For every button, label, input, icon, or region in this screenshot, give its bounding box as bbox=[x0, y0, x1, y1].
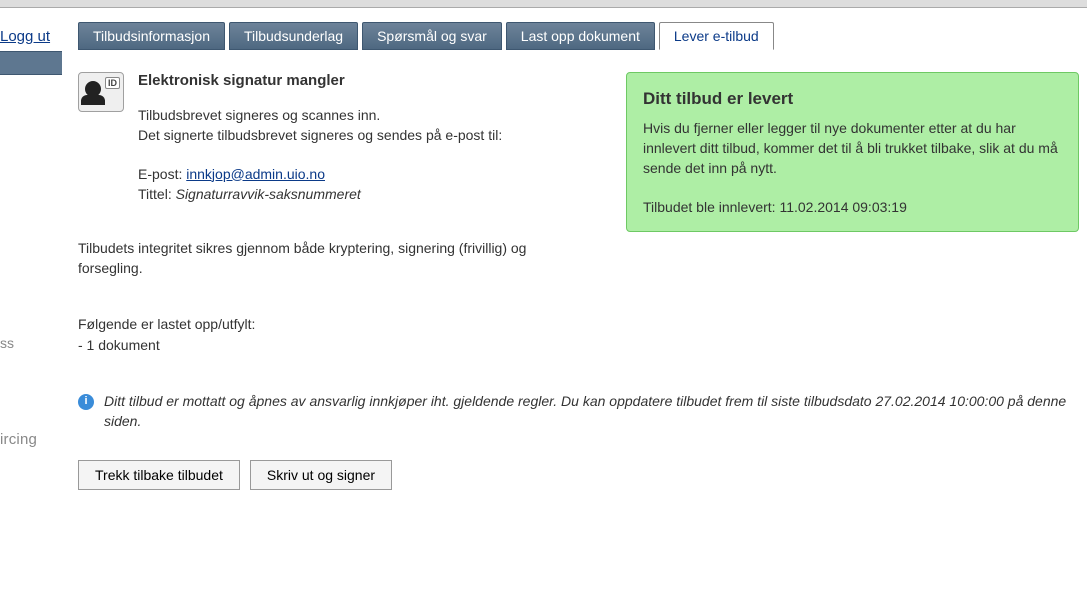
tab-lever-e-tilbud[interactable]: Lever e-tilbud bbox=[659, 22, 774, 50]
uploaded-heading: Følgende er lastet opp/utfylt: bbox=[78, 314, 1079, 334]
info-icon: i bbox=[78, 394, 94, 410]
id-card-icon: ID bbox=[78, 72, 124, 112]
withdraw-offer-button[interactable]: Trekk tilbake tilbudet bbox=[78, 460, 240, 490]
title-label: Tittel: bbox=[138, 186, 176, 202]
tab-tilbudsunderlag[interactable]: Tilbudsunderlag bbox=[229, 22, 358, 50]
print-and-sign-button[interactable]: Skriv ut og signer bbox=[250, 460, 392, 490]
email-label: E-post: bbox=[138, 166, 182, 182]
tab-tilbudsinformasjon[interactable]: Tilbudsinformasjon bbox=[78, 22, 225, 50]
window-top-strip bbox=[0, 0, 1087, 8]
status-heading: Ditt tilbud er levert bbox=[643, 87, 1062, 112]
logout-link[interactable]: Logg ut bbox=[0, 26, 62, 47]
uploaded-item: - 1 dokument bbox=[78, 335, 1079, 355]
delivery-status-panel: Ditt tilbud er levert Hvis du fjerner el… bbox=[626, 72, 1079, 232]
tab-bar: Tilbudsinformasjon Tilbudsunderlag Spørs… bbox=[78, 22, 1079, 50]
id-badge-label: ID bbox=[105, 77, 120, 89]
sidebar-fragment-text-2: ircing bbox=[0, 431, 62, 448]
tab-last-opp-dokument[interactable]: Last opp dokument bbox=[506, 22, 655, 50]
status-timestamp: Tilbudet ble innlevert: 11.02.2014 09:03… bbox=[643, 197, 1062, 217]
sidebar-fragment-text-1: ss bbox=[0, 335, 62, 351]
status-body: Hvis du fjerner eller legger til nye dok… bbox=[643, 118, 1062, 179]
integrity-note: Tilbudets integritet sikres gjennom både… bbox=[78, 238, 538, 279]
tab-sporsmal-og-svar[interactable]: Spørsmål og svar bbox=[362, 22, 502, 50]
signature-instruction-1: Tilbudsbrevet signeres og scannes inn. bbox=[138, 105, 502, 125]
info-note: Ditt tilbud er mottatt og åpnes av ansva… bbox=[104, 391, 1079, 432]
email-link[interactable]: innkjop@admin.uio.no bbox=[186, 166, 325, 182]
sidebar-band-decoration bbox=[0, 51, 62, 75]
left-sidebar: Logg ut ss ircing bbox=[0, 8, 62, 595]
signature-instruction-2: Det signerte tilbudsbrevet signeres og s… bbox=[138, 125, 502, 145]
title-value: Signaturravvik-saksnummeret bbox=[176, 186, 361, 202]
signature-heading: Elektronisk signatur mangler bbox=[138, 72, 502, 89]
